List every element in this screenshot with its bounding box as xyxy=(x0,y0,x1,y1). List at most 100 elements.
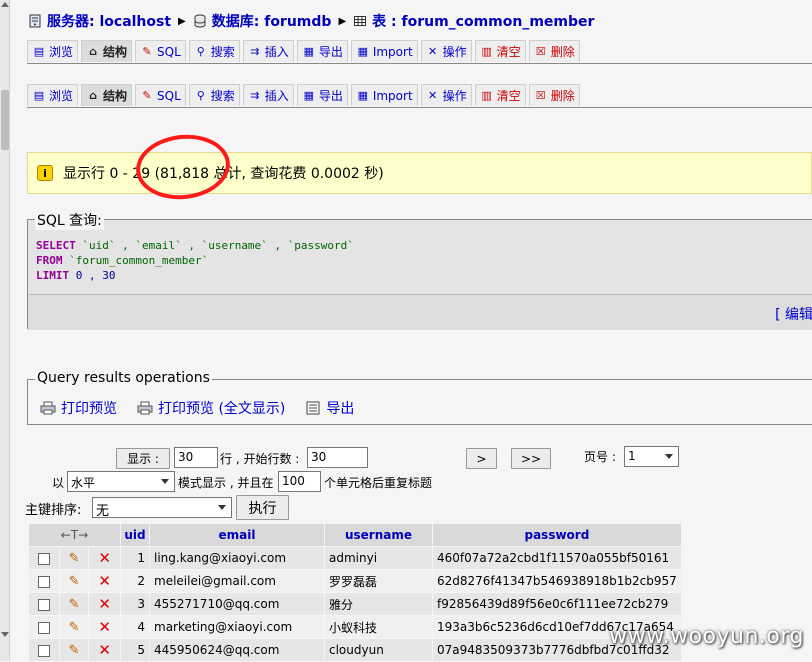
print-view-full-link[interactable]: 打印预览 (全文显示) xyxy=(137,398,285,418)
edit-pencil-icon[interactable]: ✎ xyxy=(69,643,80,658)
scroll-down-arrow-icon[interactable] xyxy=(1,632,9,637)
cell-uid: 5 xyxy=(121,639,149,661)
tab-insert[interactable]: ⇉ 插入 xyxy=(242,40,294,62)
drop-icon: ☒ xyxy=(535,45,546,58)
cell-username: 小蚁科技 xyxy=(325,616,432,638)
delete-x-icon[interactable]: ✕ xyxy=(98,572,111,590)
table-row: ✎ ✕ 1 ling.kang@xiaoyi.com adminyi 460f0… xyxy=(29,547,681,569)
operations-row: 打印预览 打印预览 (全文显示) 导出 xyxy=(40,398,374,418)
browse-icon: ▤ xyxy=(33,89,45,102)
delete-cell: ✕ xyxy=(89,616,120,638)
server-icon xyxy=(29,14,41,28)
tab-drop[interactable]: ☒ 删除 xyxy=(528,84,580,106)
scrollbar-thumb[interactable] xyxy=(1,90,9,150)
delete-x-icon[interactable]: ✕ xyxy=(98,549,111,567)
column-header-email[interactable]: email xyxy=(150,524,324,546)
display-mode-label: 模式显示 , 并且在 xyxy=(178,476,274,490)
tab-drop[interactable]: ☒ 删除 xyxy=(528,40,580,62)
scroll-up-arrow-icon[interactable] xyxy=(1,2,9,7)
tab-export[interactable]: ▦ 导出 xyxy=(296,84,348,106)
tab-structure[interactable]: ⌂ 结构 xyxy=(81,84,133,106)
tab-import[interactable]: ▦ Import xyxy=(350,84,418,106)
edit-cell: ✎ xyxy=(59,570,89,592)
structure-icon: ⌂ xyxy=(89,45,97,58)
print-view-link[interactable]: 打印预览 xyxy=(40,398,117,418)
edit-cell: ✎ xyxy=(59,593,89,615)
column-header-username[interactable]: username xyxy=(325,524,432,546)
page-number-select[interactable]: 1 xyxy=(624,446,679,467)
last-page-button[interactable]: >> xyxy=(511,448,551,469)
cell-password: 460f07a72a2cbd1f11570a055bf50161 xyxy=(433,547,681,569)
page-number-label: 页号 : xyxy=(584,450,616,464)
cell-uid: 1 xyxy=(121,547,149,569)
cell-password: 62d8276f41347b546938918b1b2cb957 xyxy=(433,570,681,592)
vertical-scrollbar[interactable] xyxy=(0,0,10,661)
sql-query-box: SQL 查询: SELECT `uid` , `email` , `userna… xyxy=(27,210,812,330)
edit-pencil-icon[interactable]: ✎ xyxy=(69,597,80,612)
show-rows-button[interactable]: 显示 : xyxy=(116,448,170,469)
tab-empty[interactable]: ▥ 清空 xyxy=(474,84,526,106)
search-icon: ⚲ xyxy=(196,45,205,58)
insert-icon: ⇉ xyxy=(250,89,260,102)
tab-operations[interactable]: ✕ 操作 xyxy=(420,84,472,106)
edit-pencil-icon[interactable]: ✎ xyxy=(69,574,80,589)
table-row: ✎ ✕ 3 455271710@qq.com 雅分 f92856439d89f5… xyxy=(29,593,681,615)
row-checkbox[interactable] xyxy=(37,621,50,634)
tab-search[interactable]: ⚲ 搜索 xyxy=(188,84,240,106)
edit-cell: ✎ xyxy=(59,547,89,569)
chevron-down-icon xyxy=(665,454,673,459)
display-mode-select[interactable]: 水平 xyxy=(67,471,175,492)
sql-edit-bar: [ 编辑 xyxy=(28,294,812,330)
delete-x-icon[interactable]: ✕ xyxy=(98,641,111,659)
row-checkbox[interactable] xyxy=(37,598,50,611)
delete-cell: ✕ xyxy=(89,593,120,615)
delete-x-icon[interactable]: ✕ xyxy=(98,595,111,613)
operations-legend: Query results operations xyxy=(35,370,212,386)
next-page-button[interactable]: > xyxy=(466,448,497,469)
tab-operations[interactable]: ✕ 操作 xyxy=(420,40,472,62)
rows-count-input[interactable]: 30 xyxy=(174,447,218,468)
column-header-password[interactable]: password xyxy=(433,524,681,546)
start-row-input[interactable]: 30 xyxy=(307,447,368,468)
tab-insert[interactable]: ⇉ 插入 xyxy=(242,84,294,106)
tab-browse[interactable]: ▤ 浏览 xyxy=(27,84,79,106)
row-checkbox-cell xyxy=(29,639,59,661)
execute-button[interactable]: 执行 xyxy=(236,495,289,520)
tab-export[interactable]: ▦ 导出 xyxy=(296,40,348,62)
tab-empty[interactable]: ▥ 清空 xyxy=(474,40,526,62)
tab-search[interactable]: ⚲ 搜索 xyxy=(188,40,240,62)
cell-email: 445950624@qq.com xyxy=(150,639,324,661)
sql-edit-link[interactable]: [ 编辑 xyxy=(775,304,812,324)
edit-pencil-icon[interactable]: ✎ xyxy=(69,551,80,566)
tab-import[interactable]: ▦ Import xyxy=(350,40,418,62)
sort-by-key-select[interactable]: 无 xyxy=(92,497,232,519)
column-resize-header[interactable]: ←T→ xyxy=(29,524,120,546)
edit-pencil-icon[interactable]: ✎ xyxy=(69,620,80,635)
cell-uid: 4 xyxy=(121,616,149,638)
table-tab-bar-bottom: ▤ 浏览 ⌂ 结构 ✎ SQL ⚲ 搜索 ⇉ 插入 ▦ 导出 ▦ Import ✕ 操作 ▥ 清空… xyxy=(27,84,812,108)
row-checkbox[interactable] xyxy=(37,644,50,657)
cell-uid: 2 xyxy=(121,570,149,592)
tab-browse[interactable]: ▤ 浏览 xyxy=(27,40,79,62)
delete-x-icon[interactable]: ✕ xyxy=(98,618,111,636)
tab-structure[interactable]: ⌂ 结构 xyxy=(81,40,133,62)
breadcrumb-table-label: 表 : forum_common_member xyxy=(372,14,595,30)
row-checkbox-cell xyxy=(29,616,59,638)
breadcrumb-table[interactable]: 表 : forum_common_member xyxy=(353,11,594,31)
table-row: ✎ ✕ 2 meleilei@gmail.com 罗罗磊磊 62d8276f41… xyxy=(29,570,681,592)
table-row: ✎ ✕ 5 445950624@qq.com cloudyun 07a94835… xyxy=(29,639,681,661)
repeat-headers-input[interactable]: 100 xyxy=(278,471,321,492)
start-row-label: 行 , 开始行数 : xyxy=(220,452,300,466)
breadcrumb-database[interactable]: 数据库: forumdb xyxy=(193,11,331,31)
tab-sql[interactable]: ✎ SQL xyxy=(135,40,186,62)
row-checkbox[interactable] xyxy=(37,552,50,565)
breadcrumb-server[interactable]: 服务器: localhost xyxy=(28,11,171,31)
row-checkbox[interactable] xyxy=(37,575,50,588)
sql-icon: ✎ xyxy=(142,89,152,102)
query-results-operations: Query results operations 打印预览 打印预览 (全文显示… xyxy=(27,370,812,425)
row-checkbox-cell xyxy=(29,570,59,592)
column-header-uid[interactable]: uid xyxy=(121,524,149,546)
tab-sql[interactable]: ✎ SQL xyxy=(135,84,186,106)
sql-query-code: SELECT `uid` , `email` , `username` , `p… xyxy=(36,239,354,282)
export-link[interactable]: 导出 xyxy=(305,398,354,418)
